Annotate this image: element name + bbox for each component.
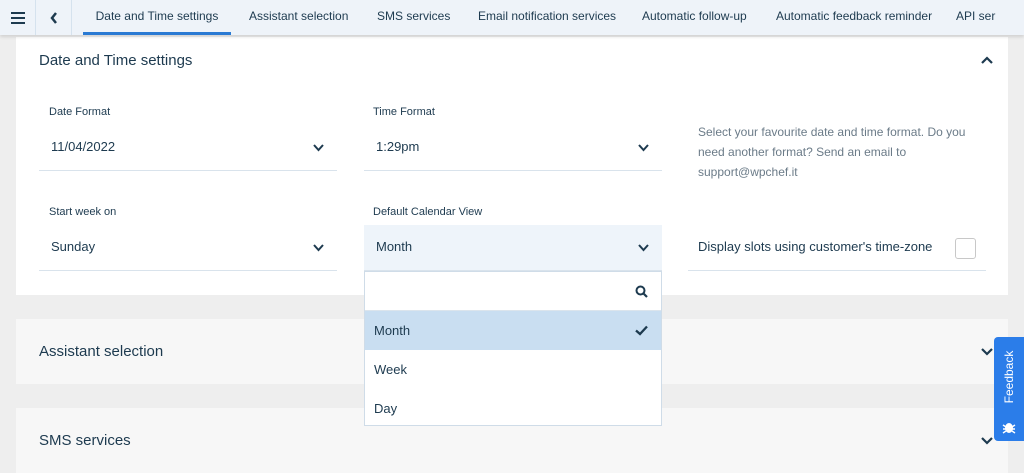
date-format-label: Date Format	[49, 106, 111, 118]
chevron-up-icon[interactable]	[980, 55, 994, 65]
chevron-left-icon	[49, 11, 57, 24]
menu-button[interactable]	[0, 0, 36, 35]
tab-date-time-settings[interactable]: Date and Time settings	[83, 0, 231, 35]
start-week-value: Sunday	[51, 239, 96, 254]
calendar-view-dropdown: Month Week Day	[364, 271, 662, 426]
date-format-select[interactable]: 11/04/2022	[39, 125, 337, 171]
option-week[interactable]: Week	[365, 350, 661, 389]
tab-email-notification[interactable]: Email notification services	[478, 0, 616, 35]
dropdown-search-input[interactable]	[365, 272, 661, 311]
chevron-down-icon[interactable]	[980, 347, 994, 357]
format-help-text: Select your favourite date and time form…	[698, 125, 966, 179]
section-title: SMS services	[39, 432, 131, 449]
customer-timezone-row: Display slots using customer's time-zone	[688, 225, 986, 271]
option-day[interactable]: Day	[365, 389, 661, 428]
chevron-down-icon	[638, 144, 649, 152]
calendar-view-select[interactable]: Month	[364, 225, 662, 271]
tab-automatic-follow-up[interactable]: Automatic follow-up	[642, 0, 747, 35]
option-month[interactable]: Month	[365, 311, 661, 350]
tab-automatic-feedback-reminder[interactable]: Automatic feedback reminder	[776, 0, 932, 35]
search-icon	[635, 285, 648, 298]
start-week-select[interactable]: Sunday	[39, 225, 337, 271]
chevron-down-icon	[638, 244, 649, 252]
chevron-down-icon	[313, 144, 324, 152]
calendar-view-label: Default Calendar View	[373, 206, 483, 218]
calendar-view-value: Month	[376, 239, 413, 254]
feedback-label: Feedback	[1002, 350, 1016, 404]
hamburger-icon	[10, 11, 25, 24]
option-label: Day	[374, 401, 398, 416]
option-label: Month	[374, 323, 411, 338]
bug-icon	[1002, 423, 1016, 434]
tab-api-services[interactable]: API ser	[956, 0, 995, 35]
customer-timezone-checkbox[interactable]	[955, 238, 976, 259]
time-format-label: Time Format	[373, 106, 435, 118]
chevron-down-icon[interactable]	[980, 436, 994, 446]
time-format-value: 1:29pm	[376, 139, 420, 154]
scroll-tabs-back-button[interactable]	[36, 0, 72, 35]
start-week-label: Start week on	[49, 206, 117, 218]
customer-timezone-label: Display slots using customer's time-zone	[698, 239, 933, 254]
time-format-select[interactable]: 1:29pm	[364, 125, 662, 171]
tab-sms-services[interactable]: SMS services	[377, 0, 450, 35]
section-title: Assistant selection	[39, 343, 164, 360]
settings-tab-bar: Date and Time settings Assistant selecti…	[0, 0, 1024, 35]
section-title: Date and Time settings	[39, 52, 193, 69]
chevron-down-icon	[313, 244, 324, 252]
tab-assistant-selection[interactable]: Assistant selection	[249, 0, 348, 35]
date-format-value: 11/04/2022	[51, 139, 116, 154]
checkmark-icon	[635, 325, 648, 336]
feedback-button[interactable]: Feedback	[994, 337, 1024, 441]
option-label: Week	[374, 362, 407, 377]
